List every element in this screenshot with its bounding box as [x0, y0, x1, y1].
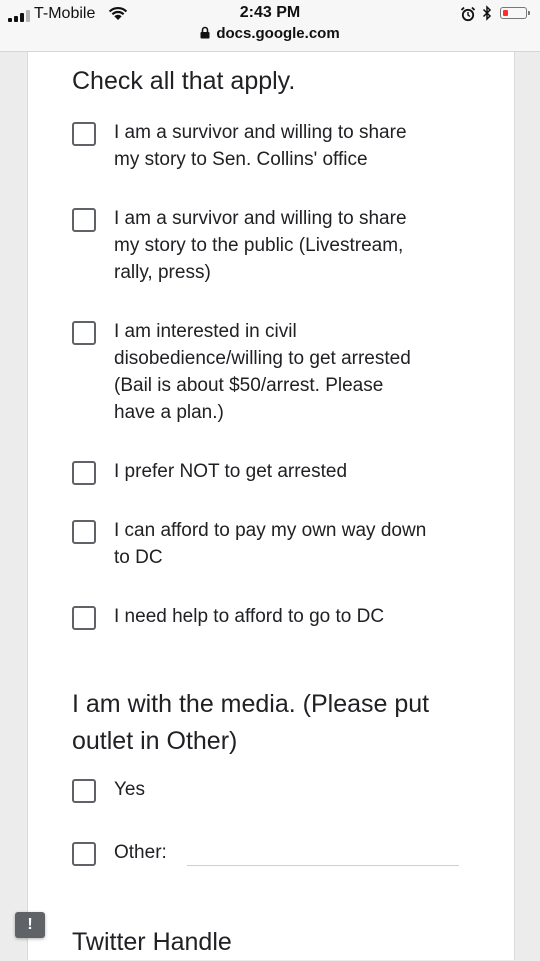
checkbox[interactable] — [72, 321, 96, 345]
other-text-input[interactable] — [187, 865, 459, 866]
option-label: I prefer NOT to get arrested — [114, 461, 348, 482]
option-label: I am interested in civil disobedience/wi… — [114, 321, 411, 423]
question-title-check-all: Check all that apply. — [72, 67, 296, 95]
status-bar: T-Mobile 2:43 PM docs.google.com — [0, 0, 540, 52]
option-label: Other: — [114, 842, 167, 863]
address-bar[interactable]: docs.google.com — [0, 25, 540, 42]
question-title-twitter: Twitter Handle — [72, 928, 232, 956]
checkbox[interactable] — [72, 779, 96, 803]
checkbox[interactable] — [72, 606, 96, 630]
question-title-media: I am with the media. (Please put outlet … — [72, 690, 430, 755]
url-text: docs.google.com — [216, 25, 340, 42]
option-label: I need help to afford to go to DC — [114, 606, 385, 627]
status-time: 2:43 PM — [239, 4, 301, 21]
option-label: I can afford to pay my own way down to D… — [114, 520, 427, 568]
checkbox[interactable] — [72, 842, 96, 866]
checkbox[interactable] — [72, 461, 96, 485]
form-card: Check all that apply. I am a survivor an… — [27, 52, 515, 960]
option-label: I am a survivor and willing to share my … — [114, 122, 407, 170]
report-problem-icon[interactable]: ! — [15, 912, 45, 938]
option-label: I am a survivor and willing to share my … — [114, 208, 407, 283]
alarm-icon — [460, 6, 476, 22]
checkbox[interactable] — [72, 122, 96, 146]
checkbox[interactable] — [72, 520, 96, 544]
option-label: Yes — [114, 779, 145, 800]
battery-icon — [500, 7, 530, 19]
bluetooth-icon — [482, 5, 492, 21]
lock-icon — [200, 26, 210, 39]
checkbox[interactable] — [72, 208, 96, 232]
